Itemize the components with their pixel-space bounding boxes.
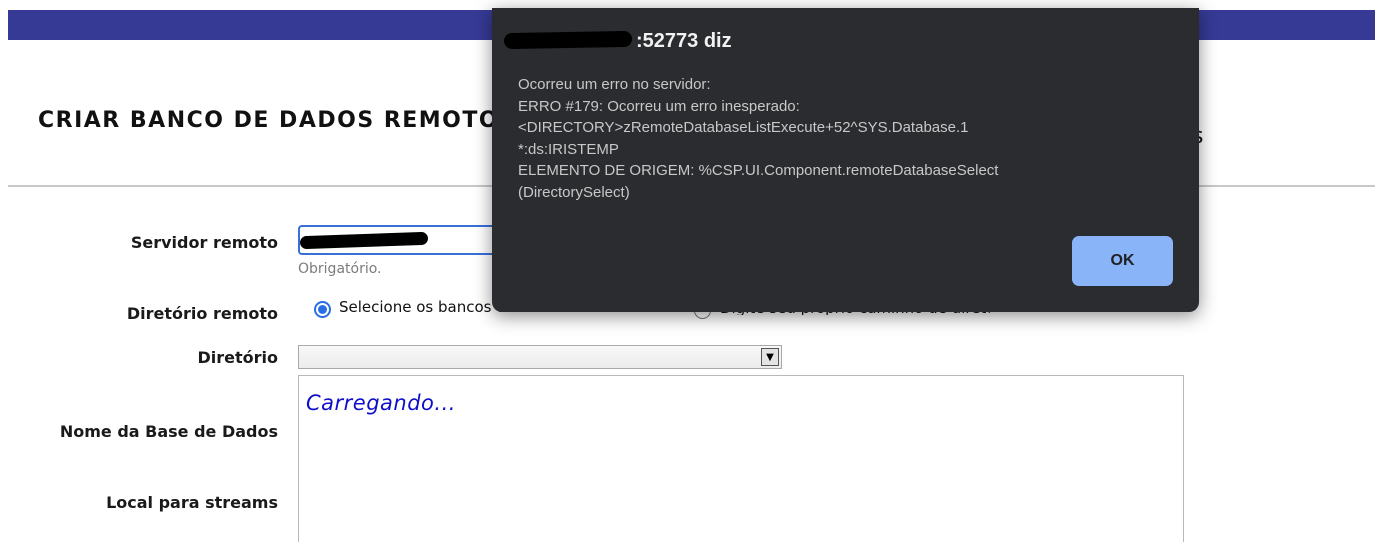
radio-select-databases[interactable] <box>314 301 331 318</box>
error-dialog: :52773 diz Ocorreu um erro no servidor: E… <box>492 8 1199 312</box>
ok-button[interactable]: OK <box>1072 236 1173 286</box>
page-title: CRIAR BANCO DE DADOS REMOTO <box>38 108 500 133</box>
loading-text: Carregando... <box>306 391 456 415</box>
dialog-message: Ocorreu um erro no servidor: ERRO #179: O… <box>518 76 999 201</box>
chevron-down-icon[interactable]: ▼ <box>761 348 779 366</box>
directory-label: Diretório <box>197 348 278 367</box>
remote-dir-label: Diretório remoto <box>126 304 278 323</box>
streams-label: Local para streams <box>106 493 278 512</box>
redaction-mark <box>503 30 633 50</box>
server-label: Servidor remoto <box>130 233 278 252</box>
directory-select[interactable]: ▼ <box>298 345 782 369</box>
db-name-label: Nome da Base de Dados <box>59 422 278 441</box>
required-hint: Obrigatório. <box>298 261 382 277</box>
